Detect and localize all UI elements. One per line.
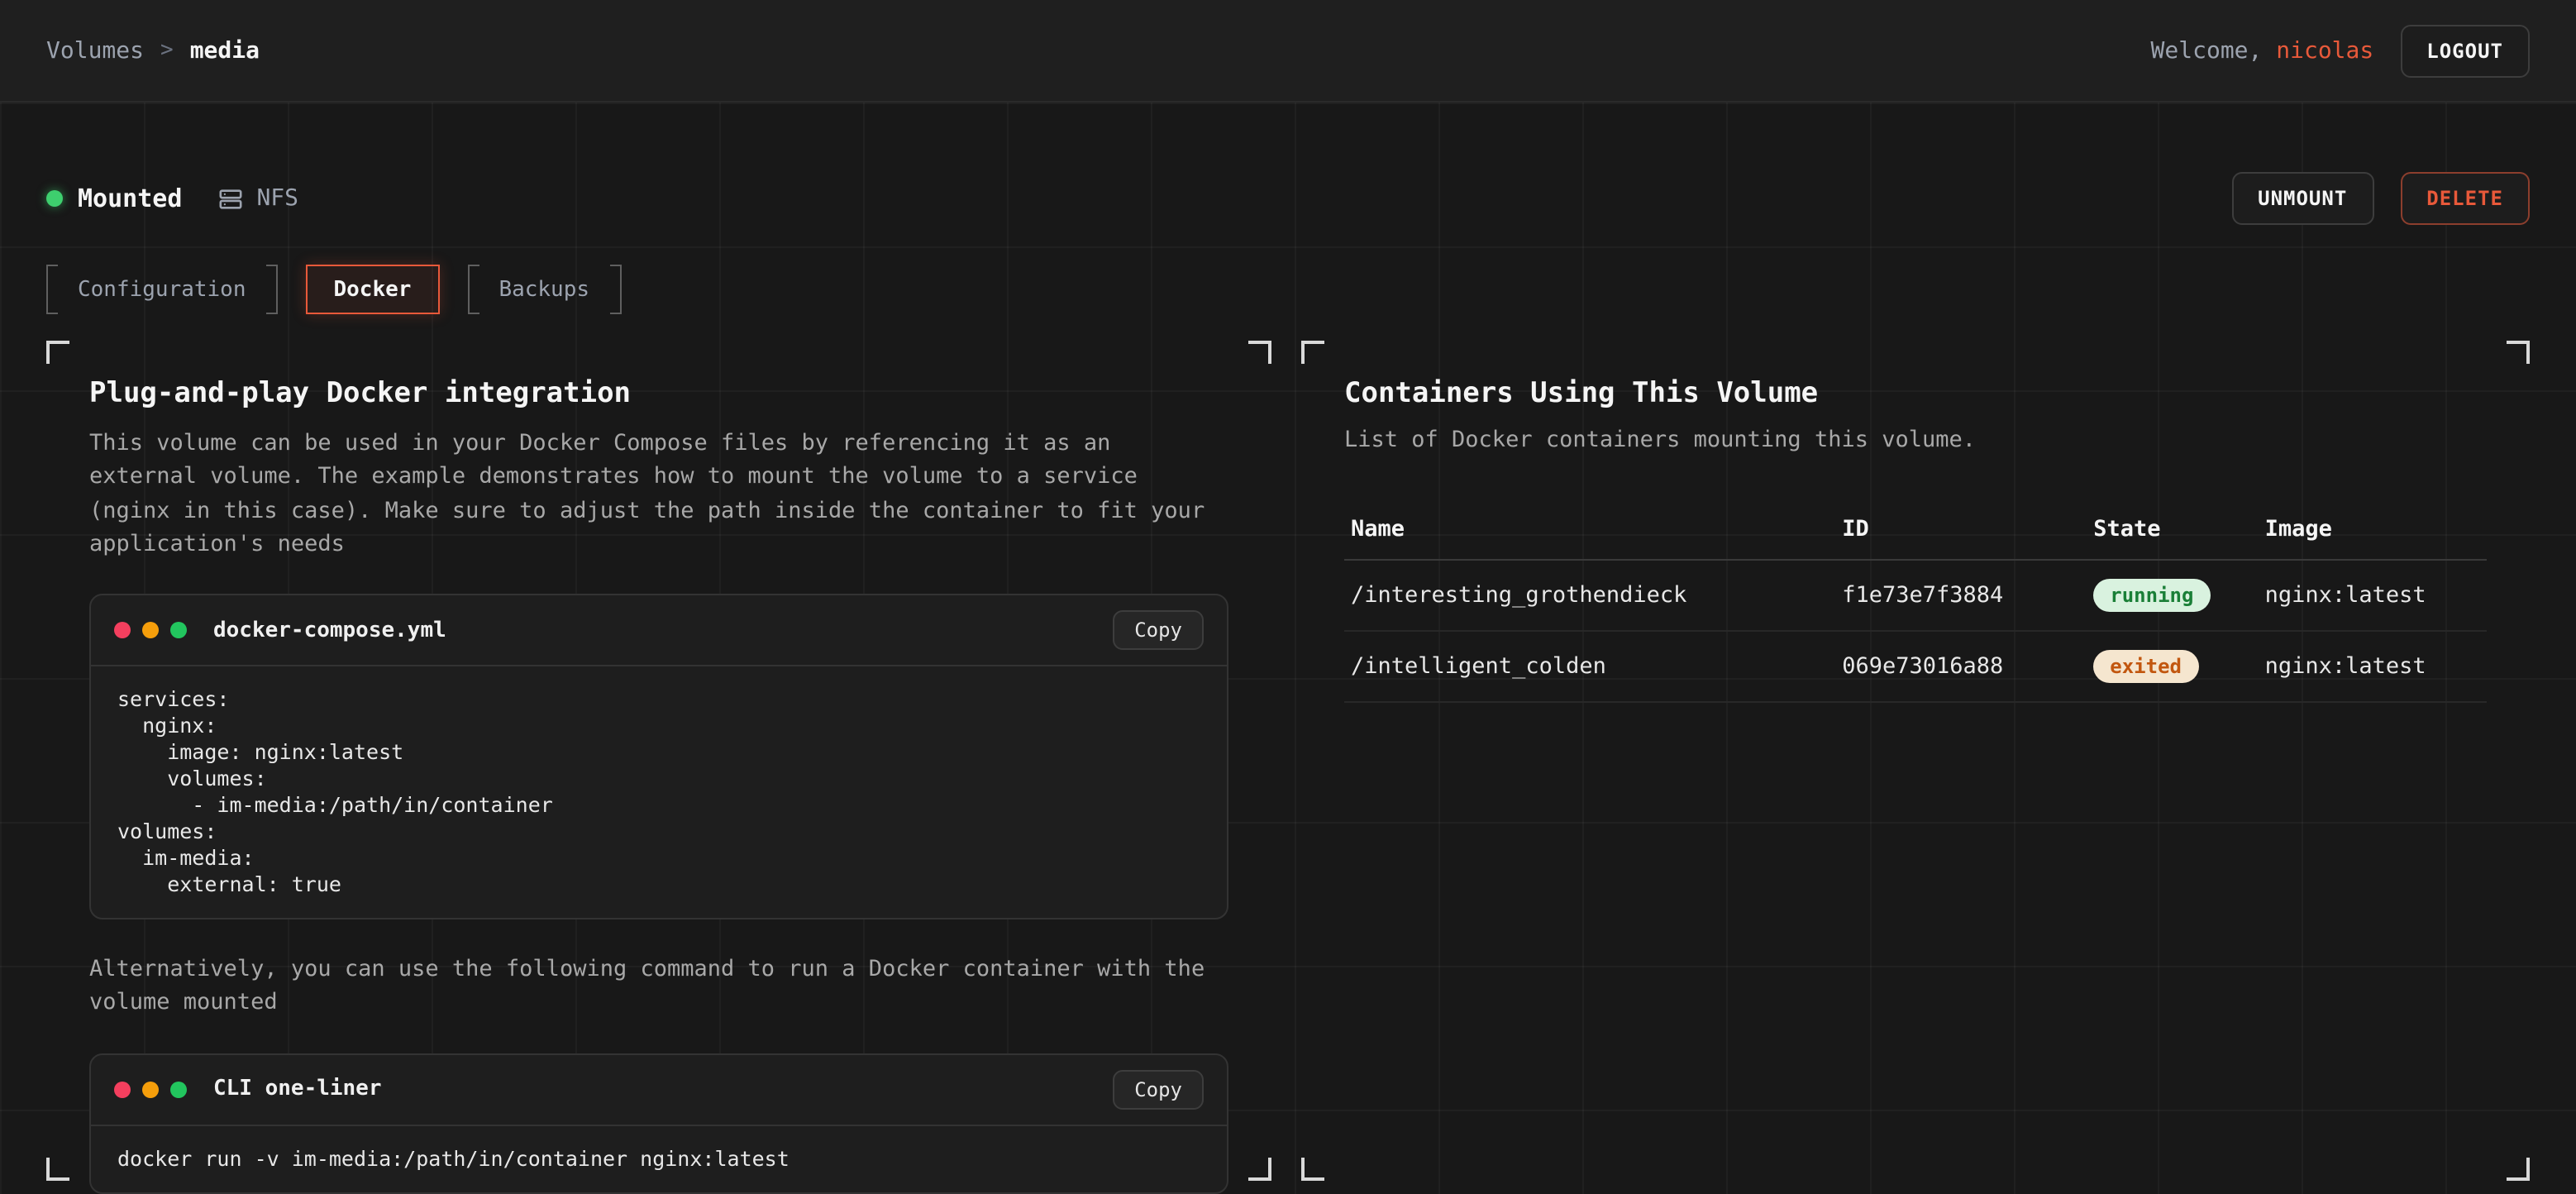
tab-docker[interactable]: Docker bbox=[306, 265, 440, 314]
yellow-dot-icon bbox=[142, 622, 159, 638]
compose-code-card-header: docker-compose.yml Copy bbox=[91, 595, 1227, 666]
docker-panel-title: Plug-and-play Docker integration bbox=[89, 377, 1228, 410]
compose-code-card: docker-compose.yml Copy services: nginx:… bbox=[89, 594, 1228, 919]
tab-backups-label: Backups bbox=[495, 277, 593, 302]
panel-corner-icon bbox=[2507, 341, 2530, 364]
volume-actions: UNMOUNT DELETE bbox=[2231, 172, 2530, 225]
compose-filename: docker-compose.yml bbox=[213, 618, 1100, 642]
volume-type: NFS bbox=[218, 185, 298, 212]
bracket-right-icon bbox=[609, 265, 621, 314]
welcome-text: Welcome, nicolas bbox=[2151, 37, 2374, 64]
username: nicolas bbox=[2276, 37, 2373, 64]
bracket-left-icon bbox=[46, 265, 58, 314]
panel-corner-icon bbox=[46, 341, 69, 364]
tab-configuration[interactable]: Configuration bbox=[46, 265, 278, 314]
breadcrumb-current-volume: media bbox=[190, 37, 260, 64]
volume-type-label: NFS bbox=[256, 185, 298, 212]
compose-code-content: services: nginx: image: nginx:latest vol… bbox=[91, 666, 1227, 918]
breadcrumb: Volumes > media bbox=[46, 37, 260, 64]
compose-copy-button[interactable]: Copy bbox=[1113, 610, 1204, 650]
mounted-status-label: Mounted bbox=[78, 184, 182, 213]
panel-corner-icon bbox=[46, 1158, 69, 1181]
containers-panel: Containers Using This Volume List of Doc… bbox=[1301, 341, 2530, 1181]
window-dots-icon bbox=[114, 622, 187, 638]
container-image: nginx:latest bbox=[2259, 631, 2487, 702]
panel-corner-icon bbox=[1248, 1158, 1271, 1181]
container-name: /interesting_grothendieck bbox=[1344, 560, 1835, 631]
mounted-status-dot-icon bbox=[46, 190, 63, 207]
tab-docker-label: Docker bbox=[331, 277, 415, 302]
containers-panel-subtitle: List of Docker containers mounting this … bbox=[1344, 427, 2487, 453]
containers-table-header-row: Name ID State Image bbox=[1344, 499, 2487, 560]
green-dot-icon bbox=[170, 1081, 187, 1097]
panel-corner-icon bbox=[1248, 341, 1271, 364]
red-dot-icon bbox=[114, 1081, 131, 1097]
green-dot-icon bbox=[170, 622, 187, 638]
volume-status: Mounted NFS bbox=[46, 184, 298, 213]
volume-status-row: Mounted NFS UNMOUNT DELETE bbox=[46, 172, 2530, 225]
bracket-right-icon bbox=[266, 265, 278, 314]
panel-corner-icon bbox=[1301, 341, 1324, 364]
app-root: Volumes > media Welcome, nicolas LOGOUT … bbox=[0, 0, 2576, 1194]
panel-corner-icon bbox=[2507, 1158, 2530, 1181]
status-badge: running bbox=[2093, 579, 2210, 612]
column-header-name: Name bbox=[1344, 499, 1835, 560]
delete-button[interactable]: DELETE bbox=[2400, 172, 2530, 225]
cli-intro-text: Alternatively, you can use the following… bbox=[89, 953, 1228, 1020]
status-badge: exited bbox=[2093, 650, 2198, 683]
main-content: Mounted NFS UNMOUNT DELETE bbox=[0, 103, 2576, 1194]
top-bar-right: Welcome, nicolas LOGOUT bbox=[2151, 24, 2530, 77]
cli-code-card-header: CLI one-liner Copy bbox=[91, 1054, 1227, 1125]
cli-code-content: docker run -v im-media:/path/in/containe… bbox=[91, 1125, 1227, 1192]
welcome-prefix: Welcome, bbox=[2151, 37, 2277, 64]
tab-bar: Configuration Docker Backups bbox=[46, 265, 2530, 314]
docker-panel-description: This volume can be used in your Docker C… bbox=[89, 427, 1228, 561]
docker-integration-panel: Plug-and-play Docker integration This vo… bbox=[46, 341, 1271, 1181]
table-row: /intelligent_colden 069e73016a88 exited … bbox=[1344, 631, 2487, 702]
container-id: f1e73e7f3884 bbox=[1835, 560, 2087, 631]
column-header-state: State bbox=[2087, 499, 2258, 560]
top-bar: Volumes > media Welcome, nicolas LOGOUT bbox=[0, 0, 2576, 103]
containers-panel-title: Containers Using This Volume bbox=[1344, 377, 2487, 410]
panels-container: Plug-and-play Docker integration This vo… bbox=[46, 341, 2530, 1181]
column-header-id: ID bbox=[1835, 499, 2087, 560]
container-state: running bbox=[2087, 560, 2258, 631]
container-name: /intelligent_colden bbox=[1344, 631, 1835, 702]
window-dots-icon bbox=[114, 1081, 187, 1097]
table-row: /interesting_grothendieck f1e73e7f3884 r… bbox=[1344, 560, 2487, 631]
containers-table: Name ID State Image /interesting_grothen… bbox=[1344, 499, 2487, 703]
server-icon bbox=[218, 186, 243, 211]
cli-copy-button[interactable]: Copy bbox=[1113, 1069, 1204, 1109]
cli-filename: CLI one-liner bbox=[213, 1077, 1100, 1101]
tab-backups[interactable]: Backups bbox=[467, 265, 621, 314]
logout-button[interactable]: LOGOUT bbox=[2400, 24, 2530, 77]
red-dot-icon bbox=[114, 622, 131, 638]
container-state: exited bbox=[2087, 631, 2258, 702]
column-header-image: Image bbox=[2259, 499, 2487, 560]
cli-code-card: CLI one-liner Copy docker run -v im-medi… bbox=[89, 1053, 1228, 1193]
chevron-right-icon: > bbox=[160, 38, 174, 63]
container-id: 069e73016a88 bbox=[1835, 631, 2087, 702]
container-image: nginx:latest bbox=[2259, 560, 2487, 631]
mounted-status: Mounted bbox=[46, 184, 182, 213]
yellow-dot-icon bbox=[142, 1081, 159, 1097]
unmount-button[interactable]: UNMOUNT bbox=[2231, 172, 2373, 225]
panel-corner-icon bbox=[1301, 1158, 1324, 1181]
breadcrumb-volumes-link[interactable]: Volumes bbox=[46, 37, 144, 64]
tab-configuration-label: Configuration bbox=[74, 277, 250, 302]
bracket-left-icon bbox=[467, 265, 479, 314]
